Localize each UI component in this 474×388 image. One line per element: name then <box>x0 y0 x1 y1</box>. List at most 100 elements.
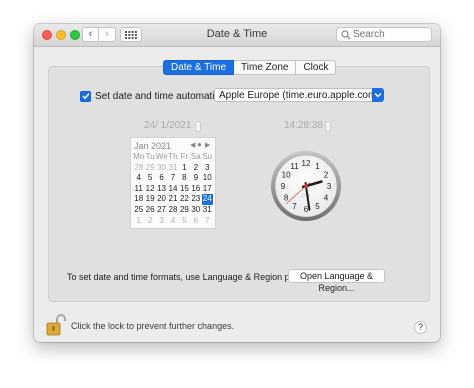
calendar-day[interactable]: 26 <box>144 205 155 216</box>
calendar-day[interactable]: 1 <box>179 163 190 174</box>
tab-date-time[interactable]: Date & Time <box>163 60 235 75</box>
analog-clock: PM 12 1234567891011 <box>271 151 341 221</box>
calendar-day[interactable]: 5 <box>179 216 190 227</box>
weekday-label: Fr <box>180 152 189 161</box>
clock-number: 3 <box>327 182 332 191</box>
show-all-button[interactable] <box>120 27 142 42</box>
chevron-down-icon <box>372 88 384 102</box>
weekday-label: Sa <box>190 152 201 161</box>
clock-number: 4 <box>324 194 329 203</box>
calendar-day[interactable]: 30 <box>190 205 201 216</box>
calendar-day[interactable]: 25 <box>133 205 144 216</box>
calendar-day[interactable]: 21 <box>167 194 178 205</box>
time-field: 14:28:38 <box>284 120 323 131</box>
calendar-day[interactable]: 15 <box>179 184 190 195</box>
clock-number: 7 <box>292 202 297 211</box>
clock-number: 12 <box>302 159 311 168</box>
time-server-select[interactable]: Apple Europe (time.euro.apple.com.) <box>214 88 384 102</box>
weekday-label: Mo <box>133 152 145 161</box>
calendar-day[interactable]: 12 <box>144 184 155 195</box>
clock-number: 5 <box>315 202 320 211</box>
tab-bar: Date & Time Time Zone Clock <box>163 60 337 75</box>
calendar-day[interactable]: 31 <box>202 205 213 216</box>
close-window-button[interactable] <box>42 30 52 40</box>
search-input[interactable] <box>353 28 429 41</box>
calendar-day[interactable]: 22 <box>179 194 190 205</box>
calendar-day[interactable]: 3 <box>202 163 213 174</box>
calendar-day[interactable]: 6 <box>156 173 167 184</box>
calendar-week-row: 18 19 20 21 22 23 24 <box>133 194 213 205</box>
search-field[interactable] <box>336 27 432 42</box>
weekday-label: Th <box>168 152 178 161</box>
calendar-day[interactable]: 19 <box>144 194 155 205</box>
calendar-week-row: 28 29 30 31 1 2 3 <box>133 163 213 174</box>
calendar-day[interactable]: 31 <box>167 163 178 174</box>
calendar-day[interactable]: 16 <box>190 184 201 195</box>
calendar-day[interactable]: 1 <box>133 216 144 227</box>
weekday-label: We <box>155 152 168 161</box>
calendar-day[interactable]: 13 <box>156 184 167 195</box>
calendar-week-row: 25 26 27 28 29 30 31 <box>133 205 213 216</box>
calendar-day[interactable]: 28 <box>133 163 144 174</box>
clock-number: 1 <box>315 162 320 171</box>
clock-ampm: PM <box>302 194 311 200</box>
calendar-day[interactable]: 10 <box>202 173 213 184</box>
clock-number: 8 <box>284 194 289 203</box>
clock-number: 9 <box>281 182 286 191</box>
clock-number: 11 <box>290 162 299 171</box>
calendar-day[interactable]: 3 <box>156 216 167 227</box>
next-month-icon: ▶ <box>205 142 211 149</box>
date-stepper <box>195 121 201 132</box>
clock-number: 10 <box>282 171 291 180</box>
tab-time-zone[interactable]: Time Zone <box>234 60 297 75</box>
back-button[interactable]: ‹ <box>82 27 99 42</box>
checkmark-icon <box>81 93 90 100</box>
window-title: Date & Time <box>206 28 268 40</box>
calendar-day[interactable]: 27 <box>156 205 167 216</box>
calendar-day[interactable]: 14 <box>167 184 178 195</box>
calendar-day[interactable]: 11 <box>133 184 144 195</box>
previous-month-icon: ◀ <box>190 142 196 149</box>
calendar-week-row: 1234567 <box>133 216 213 227</box>
calendar-day[interactable]: 23 <box>190 194 201 205</box>
clock-number: 2 <box>324 171 329 180</box>
calendar-day[interactable]: 29 <box>144 163 155 174</box>
calendar-day[interactable]: 9 <box>190 173 201 184</box>
lock-message: Click the lock to prevent further change… <box>71 321 235 331</box>
calendar-day[interactable]: 20 <box>156 194 167 205</box>
calendar-week-row: 11 12 13 14 15 16 17 <box>133 184 213 195</box>
clock-center-pin <box>304 184 308 188</box>
calendar-day[interactable]: 7 <box>167 173 178 184</box>
calendar-day-selected[interactable]: 24 <box>201 194 213 205</box>
zoom-window-button[interactable] <box>70 30 80 40</box>
calendar-day[interactable]: 17 <box>202 184 213 195</box>
forward-button[interactable]: › <box>99 27 116 42</box>
calendar-day[interactable]: 8 <box>179 173 190 184</box>
calendar-day[interactable]: 29 <box>179 205 190 216</box>
calendar-day[interactable]: 30 <box>156 163 167 174</box>
calendar-month-label: Jan 2021 <box>134 141 172 151</box>
calendar-day[interactable]: 2 <box>190 163 201 174</box>
calendar: Jan 2021 ◀ ● ▶ Mo Tu We Th Fr Sa Su 28 29 30 31 1 2 3… <box>130 137 216 229</box>
lock-icon[interactable] <box>46 313 66 337</box>
calendar-day[interactable]: 28 <box>167 205 178 216</box>
weekday-label: Tu <box>145 152 155 161</box>
calendar-day[interactable]: 5 <box>144 173 155 184</box>
help-button[interactable]: ? <box>414 321 427 334</box>
open-language-region-button[interactable]: Open Language & Region... <box>288 269 385 293</box>
calendar-day[interactable]: 4 <box>133 173 144 184</box>
tab-clock[interactable]: Clock <box>296 60 337 75</box>
search-icon <box>341 30 351 40</box>
time-server-value: Apple Europe (time.euro.apple.com.) <box>219 90 383 101</box>
calendar-day[interactable]: 2 <box>144 216 155 227</box>
minimize-window-button[interactable] <box>56 30 66 40</box>
calendar-day[interactable]: 18 <box>133 194 144 205</box>
calendar-day[interactable]: 6 <box>190 216 201 227</box>
grid-icon <box>125 30 137 39</box>
calendar-day[interactable]: 7 <box>202 216 213 227</box>
calendar-day[interactable]: 4 <box>167 216 178 227</box>
auto-set-checkbox[interactable] <box>80 90 91 102</box>
weekday-label: Su <box>202 152 213 161</box>
time-stepper <box>325 121 331 132</box>
date-time-window: ‹ › Date & Time Date & Time Time Zone Cl… <box>34 24 440 342</box>
